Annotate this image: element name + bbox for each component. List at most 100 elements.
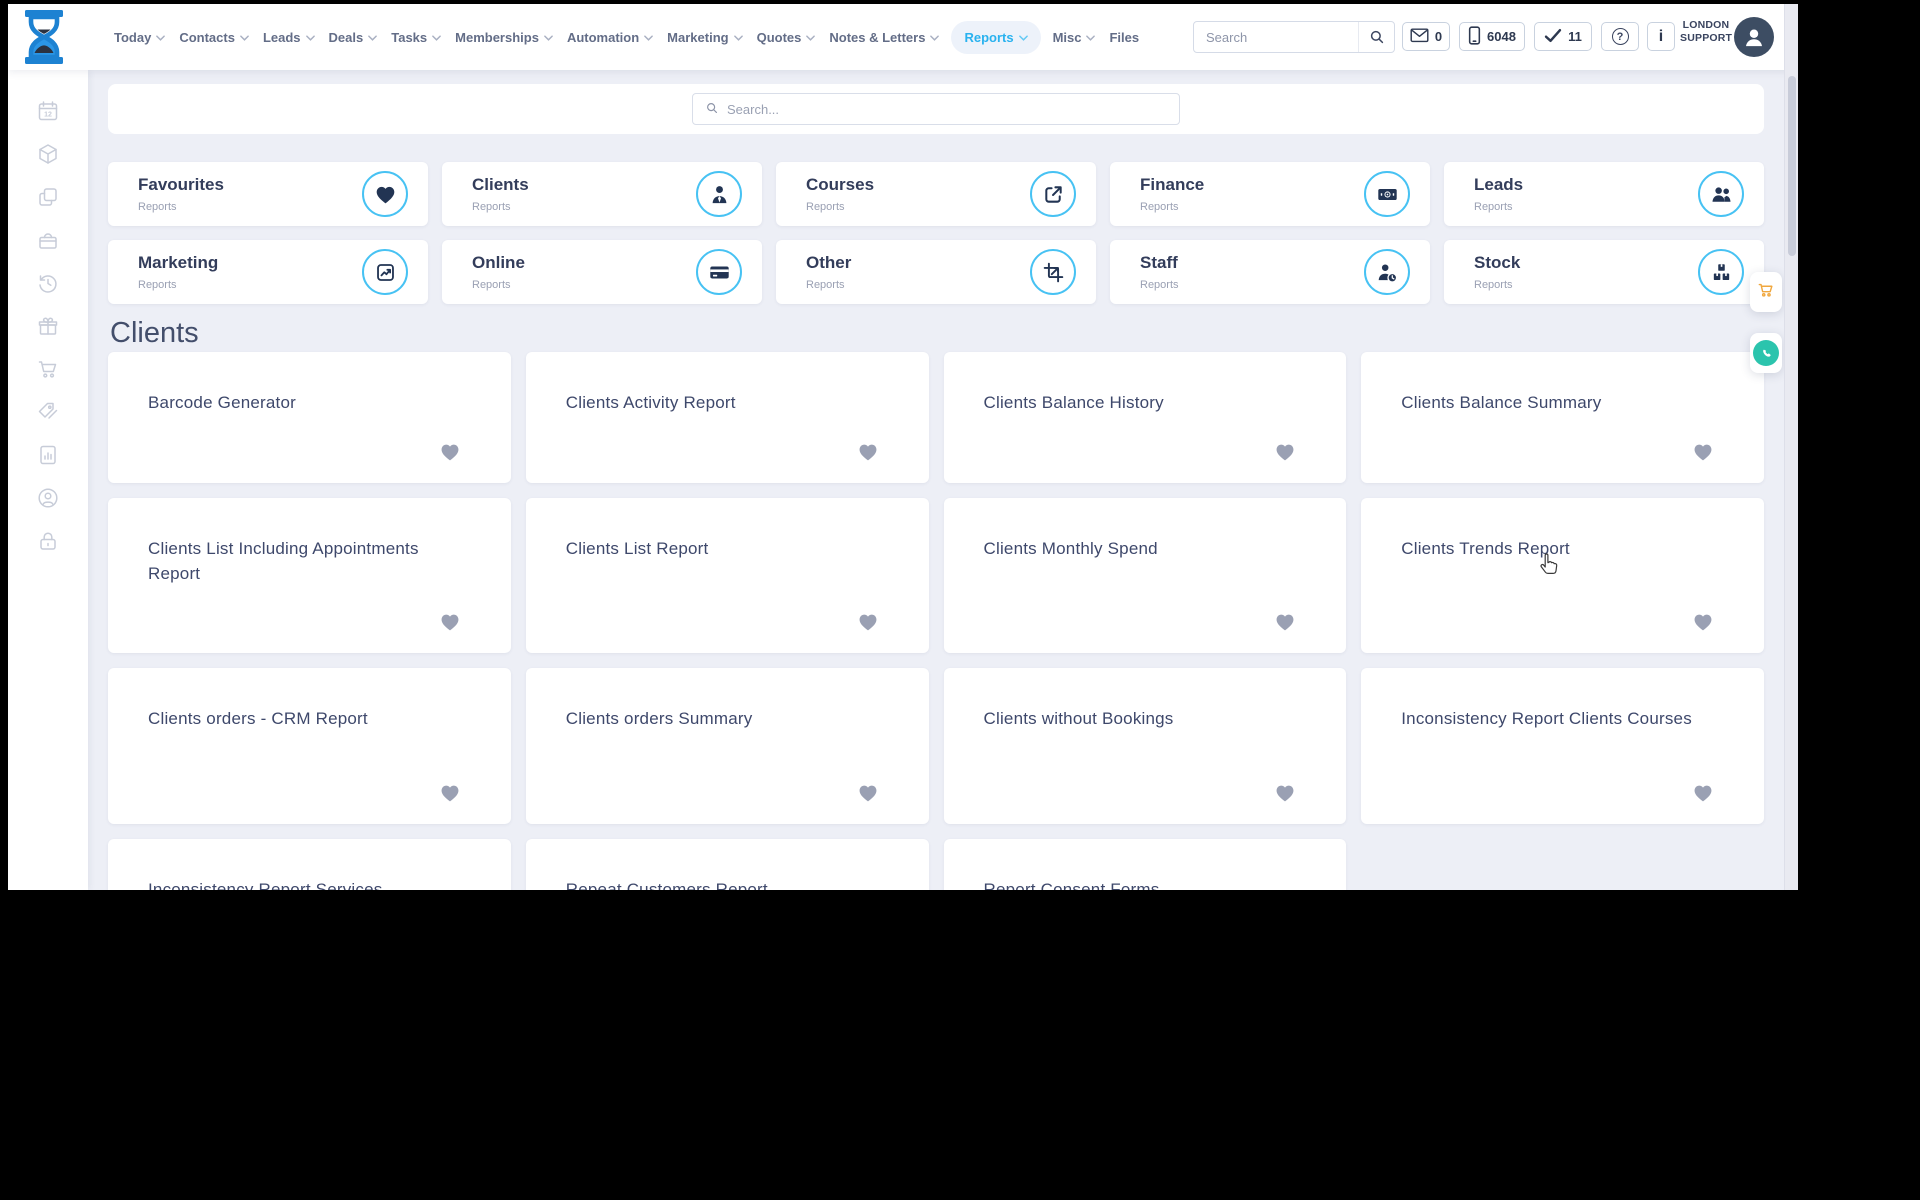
tags-icon[interactable]	[36, 400, 60, 424]
app-logo-hourglass-icon[interactable]	[18, 9, 70, 65]
cart-float-button[interactable]	[1750, 272, 1782, 312]
favorite-heart-icon[interactable]	[1692, 441, 1714, 463]
report-card-clients-balance-summary[interactable]: Clients Balance Summary	[1361, 352, 1764, 483]
external-link-icon	[1030, 171, 1076, 217]
svg-text:12: 12	[44, 112, 52, 119]
nav-item-marketing[interactable]: Marketing	[665, 21, 744, 54]
chevron-down-icon	[544, 35, 553, 41]
report-grid: Barcode Generator Clients Activity Repor…	[108, 352, 1764, 890]
favorite-heart-icon[interactable]	[1274, 441, 1296, 463]
scrollbar[interactable]	[1784, 4, 1798, 890]
report-card-clients-orders-summary[interactable]: Clients orders Summary	[525, 668, 929, 824]
credit-card-icon	[696, 249, 742, 295]
help-button[interactable]: ?	[1601, 22, 1639, 51]
favorite-heart-icon[interactable]	[1274, 782, 1296, 804]
chevron-down-icon	[240, 35, 249, 41]
category-card-stock[interactable]: Stock Reports	[1444, 240, 1764, 304]
nav-item-notes-letters[interactable]: Notes & Letters	[827, 21, 941, 54]
chevron-down-icon	[156, 35, 166, 41]
nav-item-quotes[interactable]: Quotes	[755, 21, 818, 54]
cart-icon	[1756, 280, 1776, 305]
topbar-search-placeholder: Search	[1206, 29, 1248, 45]
person-clock-icon	[1364, 249, 1410, 295]
favorite-heart-icon[interactable]	[439, 782, 461, 804]
category-card-clients[interactable]: Clients Reports	[442, 162, 762, 226]
topbar-search-input[interactable]: Search	[1193, 21, 1395, 53]
nav-item-misc[interactable]: Misc	[1051, 21, 1098, 54]
report-card-clients-without-bookings[interactable]: Clients without Bookings	[943, 668, 1347, 824]
main-content: Search... Favourites Reports Clients Rep…	[88, 70, 1784, 890]
report-card-inconsistency-report-clients-courses[interactable]: Inconsistency Report Clients Courses	[1361, 668, 1764, 824]
report-card-repeat-customers-report[interactable]: Repeat Customers Report	[525, 839, 929, 890]
history-icon[interactable]	[36, 271, 60, 295]
phone-icon	[1468, 25, 1481, 48]
report-card-barcode-generator[interactable]: Barcode Generator	[108, 352, 511, 483]
report-card-clients-monthly-spend[interactable]: Clients Monthly Spend	[943, 498, 1347, 653]
nav-item-leads[interactable]: Leads	[261, 21, 317, 54]
calls-badge[interactable]: 6048	[1459, 22, 1525, 51]
info-button[interactable]: i	[1647, 22, 1675, 51]
nav-item-deals[interactable]: Deals	[327, 21, 380, 54]
category-card-finance[interactable]: Finance Reports	[1110, 162, 1430, 226]
lock-icon[interactable]	[36, 529, 60, 553]
nav-item-automation[interactable]: Automation	[565, 21, 655, 54]
person-circle-icon[interactable]	[36, 486, 60, 510]
report-card-clients-activity-report[interactable]: Clients Activity Report	[525, 352, 929, 483]
phone-circle-icon	[1753, 340, 1779, 366]
favorite-heart-icon[interactable]	[857, 782, 879, 804]
report-card-inconsistency-report-services[interactable]: Inconsistency Report Services	[108, 839, 511, 890]
gift-icon[interactable]	[36, 314, 60, 338]
copy-icon[interactable]	[36, 185, 60, 209]
cube-icon[interactable]	[36, 142, 60, 166]
nav-item-today[interactable]: Today	[112, 21, 167, 54]
people-icon	[1698, 171, 1744, 217]
nav-item-files[interactable]: Files	[1107, 21, 1141, 54]
category-card-leads[interactable]: Leads Reports	[1444, 162, 1764, 226]
question-icon: ?	[1611, 28, 1629, 45]
search-icon[interactable]	[1358, 22, 1394, 52]
chart-doc-icon[interactable]	[36, 443, 60, 467]
category-card-online[interactable]: Online Reports	[442, 240, 762, 304]
page-search-input[interactable]: Search...	[692, 93, 1180, 125]
phone-float-button[interactable]	[1750, 333, 1782, 373]
search-icon	[705, 101, 719, 118]
favorite-heart-icon[interactable]	[1692, 611, 1714, 633]
category-card-favourites[interactable]: Favourites Reports	[108, 162, 428, 226]
report-card-clients-trends-report[interactable]: Clients Trends Report	[1361, 498, 1764, 653]
favorite-heart-icon[interactable]	[857, 441, 879, 463]
category-card-marketing[interactable]: Marketing Reports	[108, 240, 428, 304]
favorite-heart-icon[interactable]	[1274, 611, 1296, 633]
nav-item-reports[interactable]: Reports	[951, 20, 1041, 54]
favorite-heart-icon[interactable]	[439, 611, 461, 633]
tasks-badge[interactable]: 11	[1534, 22, 1592, 51]
heart-icon	[362, 171, 408, 217]
cart-icon[interactable]	[36, 357, 60, 381]
favorite-heart-icon[interactable]	[1692, 782, 1714, 804]
chevron-down-icon	[806, 35, 816, 41]
chevron-down-icon	[644, 35, 653, 41]
nav-item-contacts[interactable]: Contacts	[177, 21, 251, 54]
scrollbar-thumb[interactable]	[1788, 76, 1796, 256]
crop-icon	[1030, 249, 1076, 295]
report-card-clients-list-report[interactable]: Clients List Report	[525, 498, 929, 653]
messages-badge[interactable]: 0	[1402, 22, 1450, 51]
report-card-report-consent-forms[interactable]: Report Consent Forms	[943, 839, 1347, 890]
chevron-down-icon	[1018, 35, 1028, 41]
category-grid: Favourites Reports Clients Reports Cours…	[108, 162, 1764, 304]
avatar[interactable]	[1734, 17, 1774, 57]
nav-item-tasks[interactable]: Tasks	[389, 21, 443, 54]
category-card-other[interactable]: Other Reports	[776, 240, 1096, 304]
browser-window: Today Contacts Leads Deals Tasks Members…	[8, 4, 1798, 890]
info-icon: i	[1658, 27, 1664, 45]
favorite-heart-icon[interactable]	[857, 611, 879, 633]
chart-line-icon	[362, 249, 408, 295]
category-card-staff[interactable]: Staff Reports	[1110, 240, 1430, 304]
favorite-heart-icon[interactable]	[439, 441, 461, 463]
calendar-icon[interactable]: 12	[36, 99, 60, 123]
basket-icon[interactable]	[36, 228, 60, 252]
category-card-courses[interactable]: Courses Reports	[776, 162, 1096, 226]
nav-item-memberships[interactable]: Memberships	[453, 21, 555, 54]
report-card-clients-list-including-appointments-report[interactable]: Clients List Including Appointments Repo…	[108, 498, 511, 653]
report-card-clients-balance-history[interactable]: Clients Balance History	[943, 352, 1347, 483]
report-card-clients-orders-crm-report[interactable]: Clients orders - CRM Report	[108, 668, 511, 824]
